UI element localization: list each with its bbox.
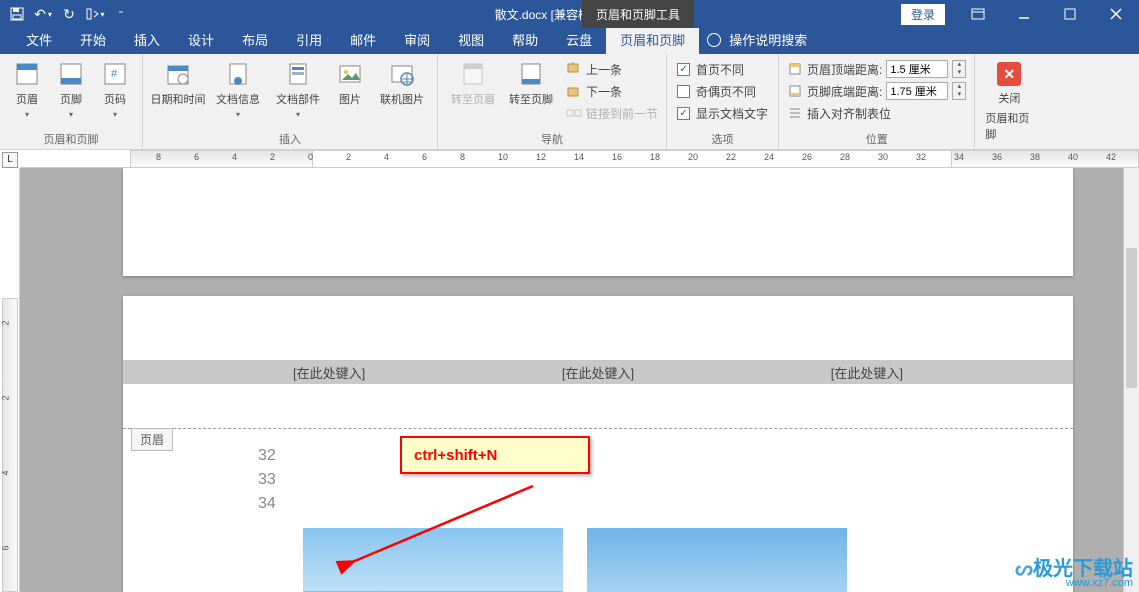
tab-cloud[interactable]: 云盘 — [552, 25, 606, 54]
vertical-scrollbar[interactable] — [1123, 168, 1139, 592]
ribbon-display-options[interactable] — [955, 0, 1001, 28]
watermark: ᔕ极光下载站 www.xz7.com — [1015, 562, 1133, 590]
tab-layout[interactable]: 布局 — [228, 25, 282, 54]
tab-header-footer[interactable]: 页眉和页脚 — [606, 25, 699, 54]
tell-me-label: 操作说明搜索 — [729, 30, 807, 49]
image-2 — [587, 528, 847, 592]
close-window-button[interactable] — [1093, 0, 1139, 28]
body-text: 32 33 34 — [258, 444, 276, 516]
online-picture-button[interactable]: 联机图片 — [373, 58, 431, 121]
line: 32 — [258, 444, 276, 468]
maximize-button[interactable] — [1047, 0, 1093, 28]
group-close: ✕ 关闭 页眉和页脚 关闭 — [975, 54, 1139, 149]
scrollbar-thumb[interactable] — [1126, 248, 1137, 388]
footer-bottom-input[interactable] — [886, 82, 948, 100]
different-odd-even-checkbox[interactable]: 奇偶页不同 — [673, 80, 772, 102]
save-button[interactable] — [4, 0, 30, 28]
spin-up[interactable]: ▴ — [953, 61, 965, 69]
header-top-distance[interactable]: 页眉顶端距离:▴▾ — [785, 58, 968, 80]
spin-down[interactable]: ▾ — [953, 69, 965, 77]
insert-align-tab[interactable]: 插入对齐制表位 — [785, 102, 968, 124]
header-button[interactable]: 页眉▾ — [6, 58, 48, 121]
tab-home[interactable]: 开始 — [66, 25, 120, 54]
close-icon: ✕ — [997, 62, 1021, 86]
undo-button[interactable]: ↶▾ — [30, 0, 56, 28]
svg-text:#: # — [111, 68, 118, 80]
group-label: 位置 — [785, 129, 968, 147]
line: 34 — [258, 492, 276, 516]
picture-button[interactable]: 图片 — [329, 58, 371, 121]
horizontal-ruler[interactable]: /* numbers drawn below */ 86420246810121… — [20, 150, 1139, 168]
different-first-page-checkbox[interactable]: ✓首页不同 — [673, 58, 772, 80]
quick-access-toolbar: ↶▾ ↻ ▾ ⁼ — [0, 0, 138, 28]
ribbon: 页眉▾ 页脚▾ #页码▾ 页眉和页脚 日期和时间 文档信息▾ 文档部件▾ 图片 … — [0, 54, 1139, 150]
header-left-placeholder[interactable]: [在此处键入] — [293, 363, 365, 382]
tab-view[interactable]: 视图 — [444, 25, 498, 54]
annotation-text: ctrl+shift+N — [414, 447, 497, 464]
vertical-ruler[interactable]: 2 2 4 6 — [0, 168, 20, 592]
page-number-button[interactable]: #页码▾ — [94, 58, 136, 121]
header-content-row[interactable]: [在此处键入] [在此处键入] [在此处键入] — [123, 360, 1073, 384]
header-boundary — [123, 428, 1073, 429]
group-header-footer: 页眉▾ 页脚▾ #页码▾ 页眉和页脚 — [0, 54, 143, 149]
page[interactable]: [在此处键入] [在此处键入] [在此处键入] 页眉 32 33 34 ctrl… — [123, 296, 1073, 592]
tab-insert[interactable]: 插入 — [120, 25, 174, 54]
header-right-placeholder[interactable]: [在此处键入] — [831, 363, 903, 382]
close-header-footer-button[interactable]: ✕ 关闭 页眉和页脚 — [981, 58, 1037, 146]
tab-file[interactable]: 文件 — [12, 25, 66, 54]
header-zone[interactable]: [在此处键入] [在此处键入] [在此处键入] — [123, 360, 1073, 384]
group-label: 插入 — [149, 129, 431, 147]
previous-button[interactable]: 上一条 — [564, 58, 660, 80]
line: 33 — [258, 468, 276, 492]
goto-footer-button[interactable]: 转至页脚 — [502, 58, 560, 124]
doc-info-button[interactable]: 文档信息▾ — [209, 58, 267, 121]
group-label: 导航 — [444, 129, 660, 147]
group-position: 页眉顶端距离:▴▾ 页脚底端距离:▴▾ 插入对齐制表位 位置 — [779, 54, 975, 149]
footer-bottom-distance[interactable]: 页脚底端距离:▴▾ — [785, 80, 968, 102]
header-tag: 页眉 — [131, 428, 173, 451]
login-button[interactable]: 登录 — [901, 4, 945, 25]
context-tab-title: 页眉和页脚工具 — [582, 0, 694, 28]
link-previous-button: 链接到前一节 — [564, 102, 660, 124]
annotation-callout: ctrl+shift+N — [400, 436, 590, 474]
tell-me-search[interactable]: 操作说明搜索 — [699, 25, 815, 54]
image-1 — [303, 528, 563, 592]
header-center-placeholder[interactable]: [在此处键入] — [562, 363, 634, 382]
spin-up[interactable]: ▴ — [953, 83, 965, 91]
group-options: ✓首页不同 奇偶页不同 ✓显示文档文字 选项 — [667, 54, 779, 149]
group-navigation: 转至页眉 转至页脚 上一条 下一条 链接到前一节 导航 — [438, 54, 667, 149]
redo-button[interactable]: ↻ — [56, 0, 82, 28]
document-area[interactable]: [在此处键入] [在此处键入] [在此处键入] 页眉 32 33 34 ctrl… — [20, 168, 1123, 592]
header-top-input[interactable] — [886, 60, 948, 78]
date-time-button[interactable]: 日期和时间 — [149, 58, 207, 121]
body-images — [303, 528, 847, 592]
tab-references[interactable]: 引用 — [282, 25, 336, 54]
next-button[interactable]: 下一条 — [564, 80, 660, 102]
previous-page-fragment — [123, 168, 1073, 276]
group-label: 页眉和页脚 — [6, 129, 136, 147]
tab-stop-selector[interactable]: L — [2, 152, 18, 168]
spin-down[interactable]: ▾ — [953, 91, 965, 99]
qat-customize[interactable]: ⁼ — [108, 0, 134, 28]
tab-mailings[interactable]: 邮件 — [336, 25, 390, 54]
minimize-button[interactable] — [1001, 0, 1047, 28]
tab-help[interactable]: 帮助 — [498, 25, 552, 54]
quick-parts-button[interactable]: 文档部件▾ — [269, 58, 327, 121]
group-label: 选项 — [673, 129, 772, 147]
bulb-icon — [707, 33, 721, 47]
tab-review[interactable]: 审阅 — [390, 25, 444, 54]
title-bar: ↶▾ ↻ ▾ ⁼ 散文.docx [兼容模式] - Word 页眉和页脚工具 登… — [0, 0, 1139, 28]
group-insert: 日期和时间 文档信息▾ 文档部件▾ 图片 联机图片 插入 — [143, 54, 438, 149]
ribbon-tabs: 文件 开始 插入 设计 布局 引用 邮件 审阅 视图 帮助 云盘 页眉和页脚 操… — [0, 28, 1139, 54]
footer-button[interactable]: 页脚▾ — [50, 58, 92, 121]
show-document-text-checkbox[interactable]: ✓显示文档文字 — [673, 102, 772, 124]
goto-header-button[interactable]: 转至页眉 — [444, 58, 502, 124]
touch-mode-button[interactable]: ▾ — [82, 0, 108, 28]
tab-design[interactable]: 设计 — [174, 25, 228, 54]
